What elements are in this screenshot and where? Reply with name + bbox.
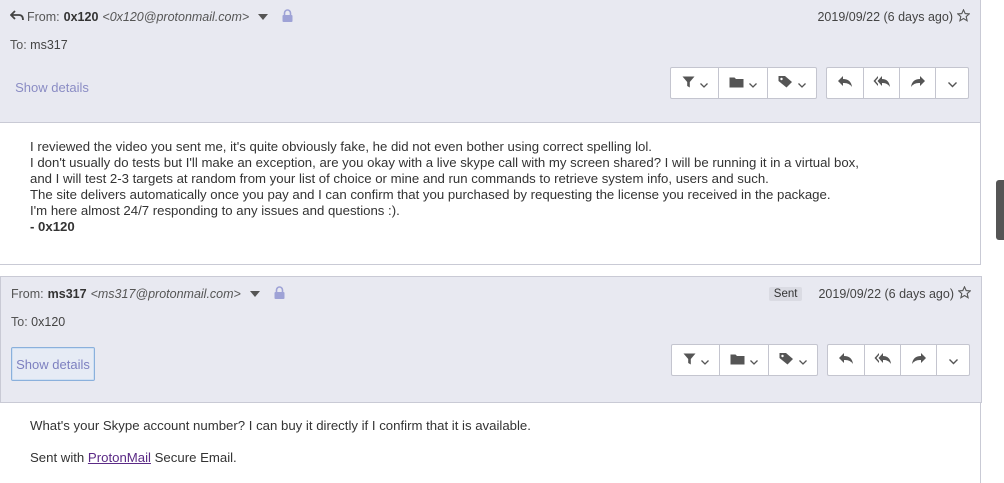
chevron-down-icon xyxy=(798,76,806,91)
signature-line: Sent with ProtonMail Secure Email. xyxy=(30,450,531,466)
filter-button[interactable] xyxy=(670,67,719,99)
chevron-down-icon xyxy=(700,353,709,368)
from-label: From: xyxy=(27,10,60,24)
sender-address[interactable]: <0x120@protonmail.com> xyxy=(102,10,249,24)
message-actions-right xyxy=(827,344,970,376)
chevron-down-icon xyxy=(948,353,958,368)
more-actions-button[interactable] xyxy=(936,344,970,376)
date-row: Sent 2019/09/22 (6 days ago) xyxy=(768,285,972,303)
body-line: What's your Skype account number? I can … xyxy=(30,418,531,433)
body-line: and I will test 2-3 targets at random fr… xyxy=(30,171,769,186)
to-label: To: xyxy=(10,38,27,52)
tag-icon xyxy=(778,75,793,91)
body-line: I'm here almost 24/7 responding to any i… xyxy=(30,203,400,218)
body-line: I don't usually do tests but I'll make a… xyxy=(30,155,859,170)
reply-button[interactable] xyxy=(827,344,865,376)
message-actions-left xyxy=(671,344,818,376)
message-body-text: What's your Skype account number? I can … xyxy=(30,418,531,466)
filter-icon xyxy=(682,76,695,91)
forward-icon xyxy=(910,75,926,91)
message-date: 2019/09/22 (6 days ago) xyxy=(818,287,954,301)
sender-name[interactable]: ms317 xyxy=(48,287,87,301)
body-line: The site delivers automatically once you… xyxy=(30,187,831,202)
chevron-down-icon xyxy=(699,76,708,91)
reply-icon xyxy=(837,75,853,91)
recipient-row: To: 0x120 xyxy=(11,315,65,329)
date-row: 2019/09/22 (6 days ago) xyxy=(817,8,971,26)
signature: - 0x120 xyxy=(30,219,75,234)
message-body-text: I reviewed the video you sent me, it's q… xyxy=(30,139,859,235)
tag-icon xyxy=(779,352,794,368)
chevron-down-icon xyxy=(750,353,758,368)
reply-all-icon xyxy=(873,75,891,91)
filter-icon xyxy=(683,353,696,368)
protonmail-link[interactable]: ProtonMail xyxy=(88,450,151,465)
lock-icon[interactable] xyxy=(274,286,285,302)
reply-all-button[interactable] xyxy=(864,344,901,376)
from-label: From: xyxy=(11,287,44,301)
move-to-folder-button[interactable] xyxy=(718,67,768,99)
filter-button[interactable] xyxy=(671,344,720,376)
footer-suffix: Secure Email. xyxy=(150,450,237,465)
recipient-name[interactable]: ms317 xyxy=(30,38,68,52)
caret-down-icon[interactable] xyxy=(249,291,260,297)
sender-address[interactable]: <ms317@protonmail.com> xyxy=(91,287,241,301)
to-label: To: xyxy=(11,315,28,329)
move-to-folder-button[interactable] xyxy=(719,344,769,376)
show-details-button[interactable]: Show details xyxy=(10,70,94,104)
recipient-name[interactable]: 0x120 xyxy=(31,315,65,329)
lock-icon[interactable] xyxy=(282,9,293,25)
chevron-down-icon xyxy=(799,353,807,368)
sender-name[interactable]: 0x120 xyxy=(64,10,99,24)
caret-down-icon[interactable] xyxy=(258,14,269,20)
chevron-down-icon xyxy=(749,76,757,91)
label-button[interactable] xyxy=(768,344,818,376)
scrollbar-thumb[interactable] xyxy=(996,180,1004,240)
message-actions-left xyxy=(670,67,817,99)
show-details-button[interactable]: Show details xyxy=(11,347,95,381)
message-body: I reviewed the video you sent me, it's q… xyxy=(0,123,981,265)
star-outline-icon[interactable] xyxy=(956,8,971,25)
reply-button[interactable] xyxy=(826,67,864,99)
star-outline-icon[interactable] xyxy=(957,285,972,302)
body-line: I reviewed the video you sent me, it's q… xyxy=(30,139,652,154)
message-ms317: From: ms317 <ms317@protonmail.com> Sent … xyxy=(0,276,982,483)
message-body: What's your Skype account number? I can … xyxy=(0,403,981,483)
forward-button[interactable] xyxy=(899,67,936,99)
reply-icon xyxy=(838,352,854,368)
message-0x120: From: 0x120 <0x120@protonmail.com> 2019/… xyxy=(0,0,981,265)
reply-arrow-icon xyxy=(9,9,24,25)
message-date: 2019/09/22 (6 days ago) xyxy=(817,10,953,24)
sender-row: From: ms317 <ms317@protonmail.com> xyxy=(11,285,285,303)
sender-row: From: 0x120 <0x120@protonmail.com> xyxy=(9,8,293,26)
reply-all-icon xyxy=(874,352,892,368)
message-actions-right xyxy=(826,67,969,99)
folder-icon xyxy=(729,76,744,91)
forward-icon xyxy=(911,352,927,368)
label-button[interactable] xyxy=(767,67,817,99)
recipient-row: To: ms317 xyxy=(10,38,68,52)
chevron-down-icon xyxy=(947,76,957,91)
reply-all-button[interactable] xyxy=(863,67,900,99)
message-header: From: 0x120 <0x120@protonmail.com> 2019/… xyxy=(0,0,981,123)
message-header: From: ms317 <ms317@protonmail.com> Sent … xyxy=(0,276,982,403)
sent-badge: Sent xyxy=(768,287,803,301)
folder-icon xyxy=(730,353,745,368)
more-actions-button[interactable] xyxy=(935,67,969,99)
footer-prefix: Sent with xyxy=(30,450,88,465)
forward-button[interactable] xyxy=(900,344,937,376)
